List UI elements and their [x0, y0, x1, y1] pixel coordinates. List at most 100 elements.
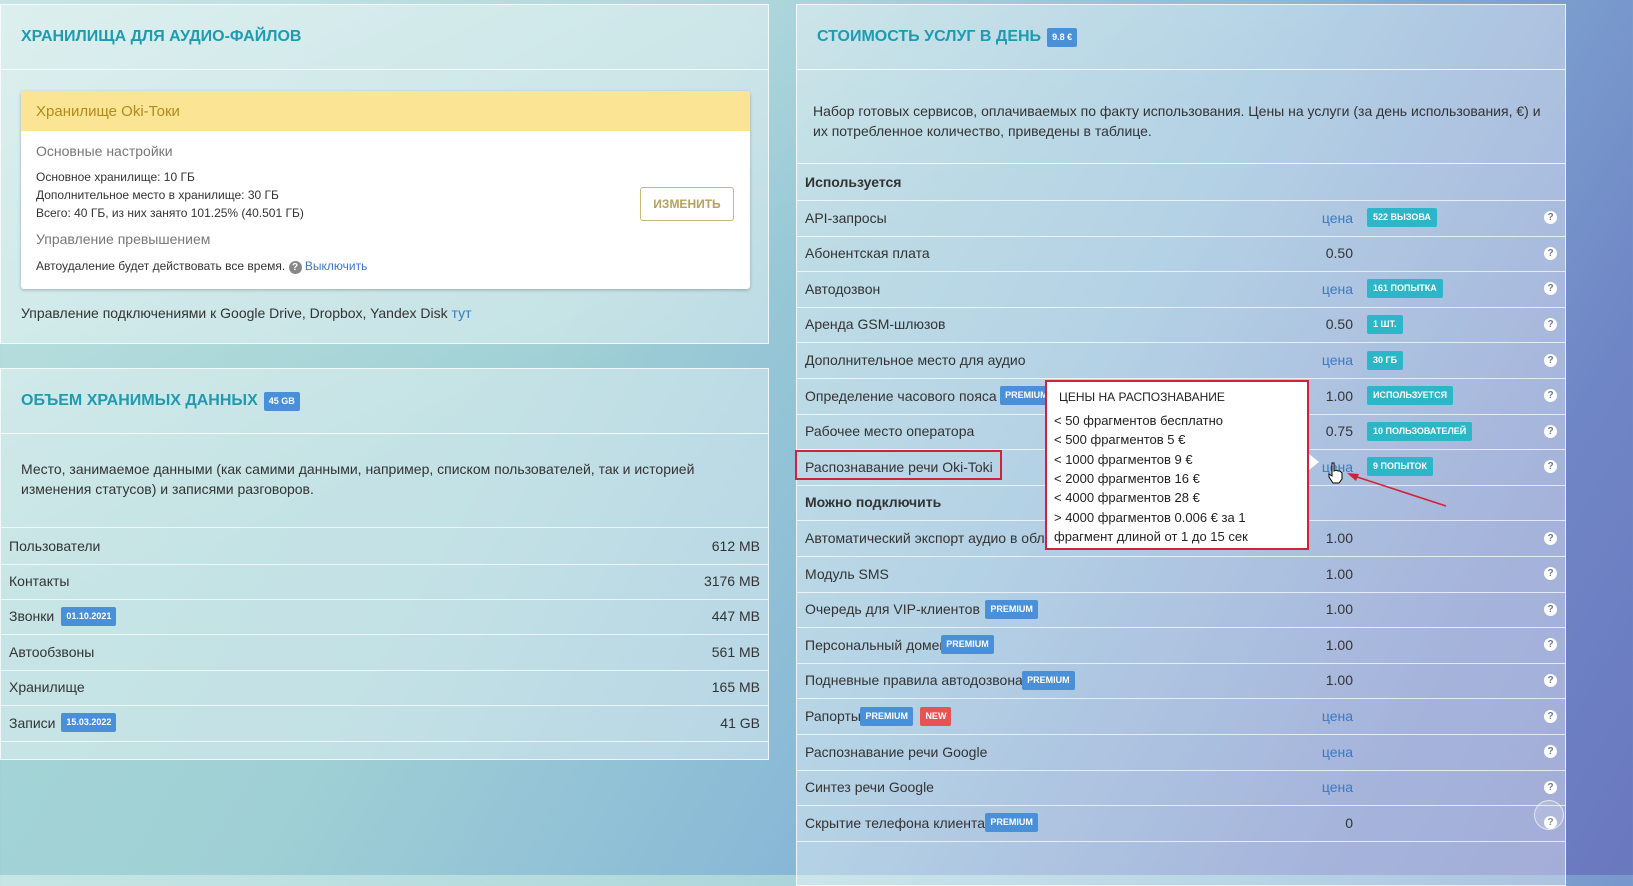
help-icon[interactable]: ?	[1544, 567, 1557, 581]
tooltip-line: < 2000 фрагментов 16 €	[1054, 470, 1200, 486]
service-label: Автоматический экспорт аудио в обл	[805, 530, 1045, 546]
service-row: Персональный домен PREMIUM 1.00?	[797, 627, 1565, 664]
row-value: 41 GB	[720, 714, 760, 731]
help-icon[interactable]: ?	[1544, 353, 1557, 367]
help-icon[interactable]: ?	[288, 261, 302, 274]
help-icon[interactable]: ?	[1544, 673, 1557, 687]
row-value: 3176 MB	[703, 572, 760, 589]
tooltip-line: < 500 фрагментов 5 €	[1054, 432, 1186, 448]
service-label: Синтез речи Google	[805, 779, 934, 796]
row-label: Пользователи	[9, 538, 101, 554]
date-badge: 15.03.2022	[61, 713, 117, 732]
service-label: Очередь для VIP-клиентов	[805, 601, 980, 618]
disable-link[interactable]: Выключить	[305, 259, 367, 273]
connections-line: Управление подключениями к Google Drive,…	[21, 305, 472, 321]
auto-delete-line: Автоудаление будет действовать все время…	[36, 259, 367, 274]
help-icon[interactable]: ?	[1544, 745, 1557, 759]
help-icon[interactable]: ?	[1544, 211, 1557, 225]
help-icon[interactable]: ?	[1544, 282, 1557, 296]
storage-panel: ХРАНИЛИЩА ДЛЯ АУДИО-ФАЙЛОВ Хранилище Oki…	[0, 4, 769, 344]
service-label: Подневные правила автодозвона	[805, 672, 1023, 689]
service-label: Дополнительное место для аудио	[805, 352, 1026, 368]
services-title: СТОИМОСТЬ УСЛУГ В ДЕНЬ	[817, 28, 1042, 45]
price-link[interactable]: цена	[1322, 708, 1353, 724]
service-row: Абонентская плата 0.50?	[797, 235, 1565, 273]
help-icon[interactable]: ?	[1544, 780, 1557, 794]
help-icon[interactable]: ?	[1544, 638, 1557, 652]
service-row: Распознавание речи Google цена?	[797, 734, 1565, 771]
price-link[interactable]: цена	[1322, 281, 1353, 297]
service-row: Дополнительное место для аудио цена 30 ГБ?	[797, 342, 1565, 379]
row-value: 447 MB	[711, 608, 760, 624]
service-label: Автодозвон	[805, 280, 881, 297]
service-label: Персональный домен	[805, 636, 948, 653]
connections-link[interactable]: тут	[452, 305, 472, 321]
help-icon[interactable]: ?	[1544, 709, 1557, 723]
usage-badge: 30 ГБ	[1367, 350, 1404, 370]
help-float-button[interactable]	[1534, 800, 1564, 830]
price-link[interactable]: цена	[1322, 779, 1353, 795]
storage-title: ХРАНИЛИЩА ДЛЯ АУДИО-ФАЙЛОВ	[1, 5, 768, 70]
base-storage: Основное хранилище: 10 ГБ	[36, 170, 195, 184]
services-description: Набор готовых сервисов, оплачиваемых по …	[813, 103, 1541, 139]
service-label: Абонентская плата	[805, 245, 930, 262]
service-row: Очередь для VIP-клиентов PREMIUM 1.00?	[797, 591, 1565, 629]
date-badge: 01.10.2021	[61, 606, 117, 626]
storage-total: Всего: 40 ГБ, из них занято 101.25% (40.…	[36, 206, 304, 220]
help-icon[interactable]: ?	[1544, 389, 1557, 403]
premium-badge: PREMIUM	[941, 635, 994, 655]
service-label: Аренда GSM-шлюзов	[805, 316, 946, 333]
tooltip-title: ЦЕНЫ НА РАСПОЗНАВАНИЕ	[1059, 390, 1225, 404]
tooltip-line: < 1000 фрагментов 9 €	[1054, 451, 1193, 467]
price-value: 1.00	[1325, 387, 1353, 404]
extra-storage: Дополнительное место в хранилище: 30 ГБ	[36, 188, 279, 202]
section-header-label: Можно подключить	[805, 494, 942, 511]
row-label: Записи	[9, 714, 56, 731]
tooltip-line: > 4000 фрагментов 0.006 € за 1	[1054, 509, 1246, 525]
tooltip-arrow	[1309, 454, 1319, 470]
hand-cursor-icon	[1328, 462, 1343, 484]
row-value: 561 MB	[711, 643, 760, 660]
service-row: Синтез речи Google цена?	[797, 769, 1565, 807]
volume-description: Место, занимаемое данными (как самими да…	[21, 461, 695, 497]
row-label: Автообзвоны	[9, 643, 95, 660]
service-label: Модуль SMS	[805, 565, 889, 582]
help-icon[interactable]: ?	[1544, 602, 1557, 616]
table-row: Контакты 3176 MB	[1, 563, 768, 600]
service-label: Рапорты	[805, 708, 861, 724]
help-icon[interactable]: ?	[1544, 246, 1557, 260]
price-link[interactable]: цена	[1322, 352, 1353, 368]
service-label: API-запросы	[805, 209, 887, 226]
section-header-label: Используется	[805, 174, 902, 190]
table-row: Звонки 01.10.2021 447 MB	[1, 598, 768, 635]
service-row: API-запросы цена 522 ВЫЗОВА?	[797, 200, 1565, 237]
price-value: 1.00	[1325, 636, 1353, 653]
overflow-label: Управление превышением	[36, 231, 211, 247]
tooltip-line: фрагмент длиной от 1 до 15 сек	[1054, 528, 1248, 544]
premium-badge: PREMIUM	[985, 813, 1038, 833]
service-row: Модуль SMS 1.00?	[797, 556, 1565, 593]
table-row: Записи 15.03.2022 41 GB	[1, 705, 768, 742]
usage-badge: ИСПОЛЬЗУЕТСЯ	[1367, 386, 1454, 406]
usage-badge: 1 ШТ.	[1367, 314, 1403, 334]
help-icon[interactable]: ?	[1544, 460, 1557, 474]
services-badge: 9.8 €	[1047, 27, 1078, 47]
service-row: Подневные правила автодозвона PREMIUM 1.00…	[797, 662, 1565, 700]
change-button[interactable]: ИЗМЕНИТЬ	[640, 187, 734, 221]
service-row: Рапорты PREMIUM NEW цена?	[797, 698, 1565, 735]
row-label: Контакты	[9, 572, 70, 589]
tooltip-line: < 4000 фрагментов 28 €	[1054, 490, 1200, 506]
help-icon[interactable]: ?	[1544, 317, 1557, 331]
premium-badge: PREMIUM	[1022, 670, 1075, 690]
help-icon[interactable]: ?	[1544, 424, 1557, 438]
price-link[interactable]: цена	[1322, 210, 1353, 226]
price-link[interactable]: цена	[1322, 744, 1353, 760]
price-value: 0.50	[1325, 245, 1353, 262]
service-label: Рабочее место оператора	[805, 423, 975, 440]
connections-text: Управление подключениями к Google Drive,…	[21, 305, 448, 321]
help-icon[interactable]: ?	[1544, 531, 1557, 545]
row-value: 165 MB	[711, 679, 760, 695]
tooltip-line: < 50 фрагментов бесплатно	[1054, 413, 1224, 428]
table-row: Автообзвоны 561 MB	[1, 634, 768, 671]
usage-badge: 161 ПОПЫТКА	[1367, 279, 1443, 299]
